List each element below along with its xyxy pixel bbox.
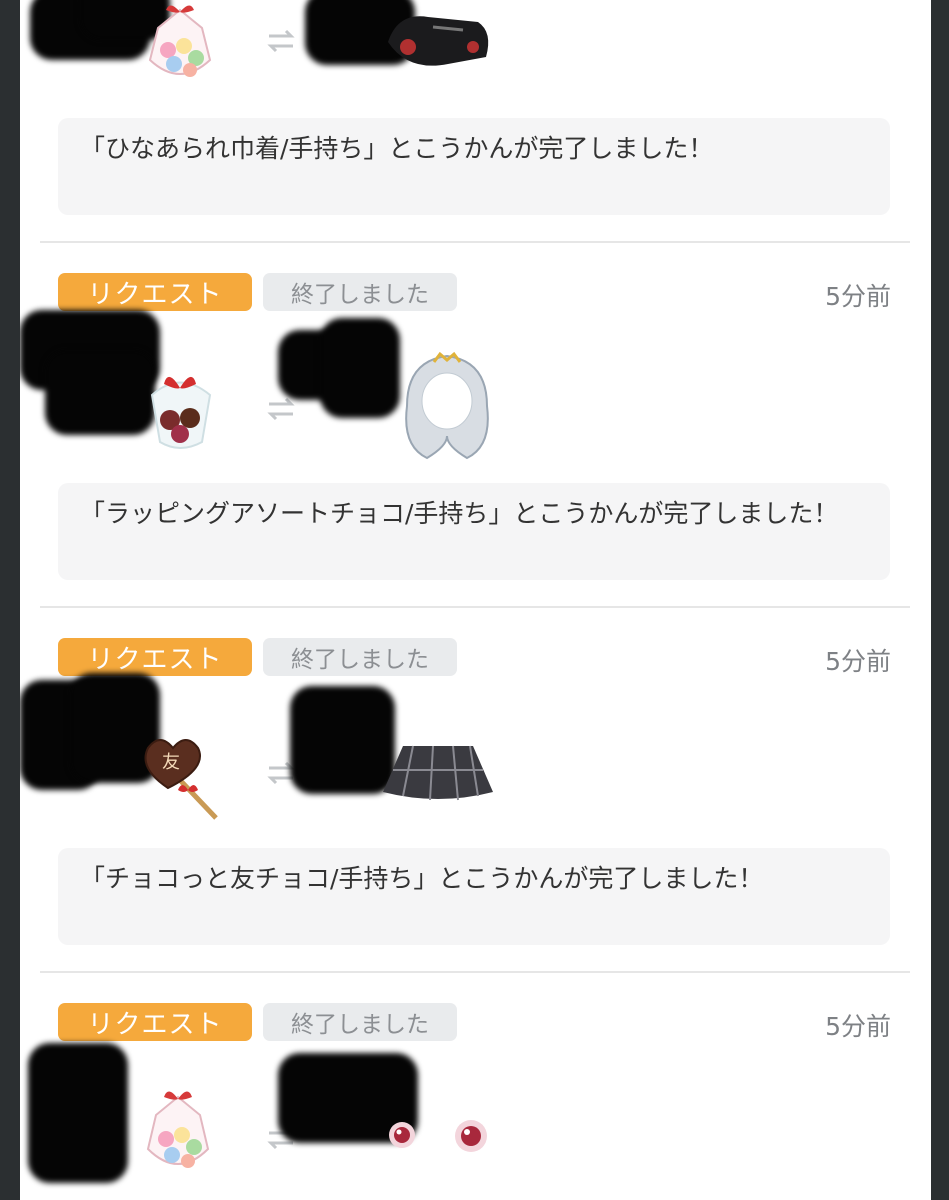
plaid-skirt-icon <box>383 745 493 801</box>
wrapped-chocolate-bouquet-icon <box>150 376 212 449</box>
divider <box>40 606 910 608</box>
redacted-avatar <box>28 1043 128 1183</box>
trade-message: 「ラッピングアソートチョコ/手持ち」とこうかんが完了しました！ <box>58 483 890 580</box>
trade-history-panel: 「ひなあられ巾着/手持ち」とこうかんが完了しました！ リクエスト 終了しました … <box>20 0 931 1200</box>
silver-curly-hair-icon <box>405 351 489 460</box>
svg-text:友: 友 <box>162 752 180 773</box>
candy-pouch-icon <box>146 1091 210 1168</box>
trade-thumbnails: 友 <box>20 668 931 828</box>
trade-message: 「チョコっと友チョコ/手持ち」とこうかんが完了しました！ <box>58 848 890 945</box>
trade-thumbnails <box>20 1035 931 1195</box>
divider <box>40 971 910 973</box>
redacted-avatar <box>320 318 400 418</box>
swap-arrows-icon <box>267 29 295 53</box>
divider <box>40 241 910 243</box>
heart-chocolate-stick-icon: 友 <box>144 739 218 820</box>
red-eye-icon <box>455 1120 487 1152</box>
redacted-avatar <box>45 350 155 435</box>
trade-thumbnails <box>20 300 931 460</box>
candy-pouch-icon <box>148 5 212 77</box>
red-eye-icon <box>389 1122 415 1148</box>
black-glove-icon <box>388 16 489 66</box>
trade-message: 「ひなあられ巾着/手持ち」とこうかんが完了しました！ <box>58 118 890 215</box>
